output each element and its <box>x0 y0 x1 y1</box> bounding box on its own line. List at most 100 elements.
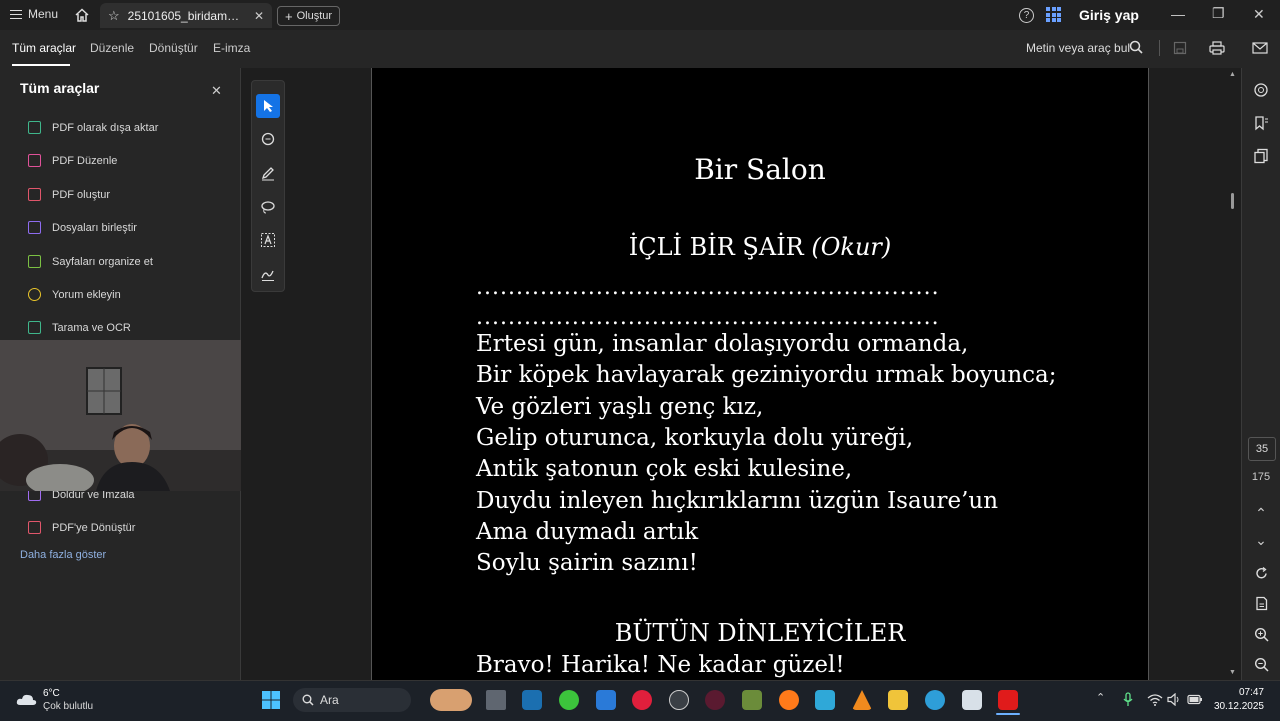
verse-line: Gelip oturunca, korkuyla dolu yüreği, <box>476 425 914 451</box>
restore-icon[interactable]: ❐ <box>1212 5 1225 22</box>
tool-label: PDF olarak dışa aktar <box>52 121 159 134</box>
tool-convert-to-pdf[interactable]: PDF'ye Dönüştür <box>28 521 135 534</box>
comment-icon <box>28 288 41 301</box>
home-icon[interactable] <box>74 7 90 23</box>
tool-create-pdf[interactable]: PDF oluştur <box>28 188 110 201</box>
ellipsis-line: ........................................… <box>476 275 940 300</box>
file-explorer-icon[interactable] <box>888 690 908 710</box>
tool-label: PDF Düzenle <box>52 154 118 167</box>
next-page-icon[interactable]: ⌄ <box>1252 532 1270 550</box>
apps-grid-icon[interactable] <box>1046 7 1061 22</box>
signin-button[interactable]: Giriş yap <box>1079 7 1139 23</box>
cursor-icon <box>264 100 273 112</box>
verse-line: Antik şatonun çok eski kulesine, <box>476 456 853 482</box>
text-tool-button[interactable] <box>256 228 280 252</box>
windows-start-icon[interactable] <box>261 690 281 710</box>
close-tab-icon[interactable]: ✕ <box>254 9 264 23</box>
highlight-tool-button[interactable] <box>256 161 280 185</box>
create-button[interactable]: + Oluştur <box>277 6 341 26</box>
help-icon[interactable]: ? <box>1019 8 1034 23</box>
verse-line: Bravo! Harika! Ne kadar güzel! <box>476 652 845 678</box>
cloud-weather-icon[interactable] <box>15 689 39 709</box>
tool-label: Dosyaları birleştir <box>52 221 137 234</box>
bookmark-icon[interactable] <box>1253 115 1269 131</box>
wifi-icon[interactable] <box>1147 693 1163 706</box>
minecraft-icon[interactable] <box>742 690 762 710</box>
select-tool-button[interactable] <box>256 94 280 118</box>
acrobat-icon[interactable] <box>998 690 1018 710</box>
tool-label: Yorum ekleyin <box>52 288 121 301</box>
weather-description[interactable]: Çok bulutlu <box>43 701 93 712</box>
duolingo-icon[interactable] <box>559 690 579 710</box>
chatgpt-icon[interactable] <box>669 690 689 710</box>
tool-scan-ocr[interactable]: Tarama ve OCR <box>28 321 131 334</box>
tab-edit[interactable]: Düzenle <box>90 41 134 55</box>
show-hidden-icons-icon[interactable]: ⌃ <box>1096 691 1105 704</box>
print-icon[interactable] <box>1209 41 1225 55</box>
pdf-page: Bir Salon İÇLİ BİR ŞAİR (Okur) .........… <box>371 68 1149 680</box>
tool-organize-pages[interactable]: Sayfaları organize et <box>28 255 153 268</box>
text-box-icon <box>261 233 275 247</box>
opera-icon[interactable] <box>705 690 725 710</box>
panel-close-icon[interactable]: ✕ <box>211 83 222 99</box>
rotate-icon[interactable] <box>1254 566 1269 581</box>
hamburger-icon <box>10 7 22 22</box>
minimize-icon[interactable]: — <box>1171 6 1185 22</box>
firefox-icon[interactable] <box>779 690 799 710</box>
page-fit-icon[interactable] <box>1254 596 1269 611</box>
zoom-in-icon[interactable] <box>1254 627 1269 642</box>
widgets-icon[interactable] <box>430 689 472 711</box>
steam-icon[interactable] <box>522 690 542 710</box>
scroll-down-arrow-icon[interactable]: ▼ <box>1229 669 1236 676</box>
task-view-icon[interactable] <box>486 690 506 710</box>
verse-line: Ve gözleri yaşlı genç kız, <box>476 394 764 420</box>
scroll-up-arrow-icon[interactable]: ▲ <box>1229 71 1236 78</box>
ai-assistant-icon[interactable] <box>1253 82 1269 98</box>
vertical-scrollbar[interactable] <box>1227 68 1237 680</box>
pinterest-icon[interactable] <box>632 690 652 710</box>
microphone-icon[interactable] <box>1122 692 1134 707</box>
scrollbar-thumb[interactable] <box>1231 193 1234 209</box>
find-text-tool[interactable]: Metin veya araç bul <box>1026 41 1130 55</box>
current-page-input[interactable]: 35 <box>1248 437 1276 461</box>
verse-line: Bir köpek havlayarak geziniyordu ırmak b… <box>476 362 1057 388</box>
draw-tool-button[interactable] <box>256 195 280 219</box>
pages-icon[interactable] <box>1253 148 1269 164</box>
speaker-role: (Okur) <box>811 233 892 261</box>
previous-page-icon[interactable]: ⌃ <box>1252 505 1270 523</box>
mail-icon[interactable] <box>596 690 616 710</box>
email-icon[interactable] <box>1252 41 1268 55</box>
notepad-icon[interactable] <box>815 690 835 710</box>
comment-tool-button[interactable] <box>256 128 280 152</box>
store-icon[interactable] <box>962 690 982 710</box>
document-tab[interactable]: ☆ 25101605_biridamma... ✕ <box>100 3 272 28</box>
plus-icon: + <box>285 8 293 24</box>
zoom-out-icon[interactable] <box>1254 657 1269 672</box>
window-close-icon[interactable]: ✕ <box>1253 6 1265 23</box>
taskbar-search[interactable]: Ara <box>293 688 411 712</box>
tab-esign[interactable]: E-imza <box>213 41 250 55</box>
speaker-heading: BÜTÜN DİNLEYİCİLER <box>614 619 906 647</box>
tool-add-comment[interactable]: Yorum ekleyin <box>28 288 121 301</box>
save-icon[interactable] <box>1173 41 1187 55</box>
tool-label: Tarama ve OCR <box>52 321 131 334</box>
star-icon[interactable]: ☆ <box>108 8 120 24</box>
tool-export-pdf[interactable]: PDF olarak dışa aktar <box>28 121 158 134</box>
weather-temperature[interactable]: 6°C <box>43 688 60 699</box>
clock-date[interactable]: 30.12.2025 <box>1200 701 1264 712</box>
show-more-link[interactable]: Daha fazla göster <box>20 549 106 561</box>
ellipsis-line: ........................................… <box>476 305 940 330</box>
settings-app-icon[interactable] <box>925 690 945 710</box>
tab-convert[interactable]: Dönüştür <box>149 41 198 55</box>
tab-all-tools[interactable]: Tüm araçlar <box>12 41 76 55</box>
clock-time[interactable]: 07:47 <box>1212 687 1264 698</box>
volume-icon[interactable] <box>1167 693 1181 706</box>
menu-button[interactable]: Menu <box>10 7 58 22</box>
pen-icon <box>261 167 274 181</box>
search-icon[interactable] <box>1129 40 1143 54</box>
tool-edit-pdf[interactable]: PDF Düzenle <box>28 154 117 167</box>
tool-combine-files[interactable]: Dosyaları birleştir <box>28 221 137 234</box>
signature-icon <box>261 270 274 281</box>
sign-tool-button[interactable] <box>256 262 280 286</box>
create-label: Oluştur <box>296 10 333 22</box>
